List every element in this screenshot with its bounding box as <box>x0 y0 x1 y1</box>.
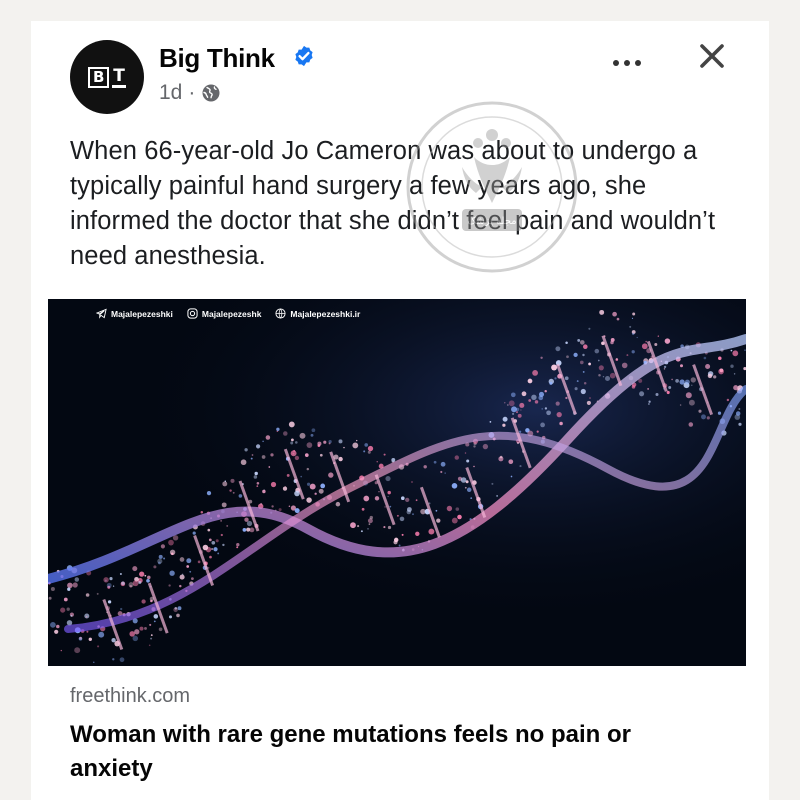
more-dot-icon <box>635 60 641 66</box>
post-card: B T Big Think 1d · When 66-year-old Jo C… <box>31 21 769 800</box>
more-dot-icon <box>613 60 619 66</box>
social-item-telegram: Majalepezeshki <box>96 308 173 319</box>
social-label: Majalepezeshki.ir <box>290 308 361 319</box>
verified-badge-icon <box>295 45 313 67</box>
page-name[interactable]: Big Think <box>159 43 275 74</box>
web-icon <box>275 308 286 319</box>
social-label: Majalepezeshki <box>111 308 173 319</box>
social-handles-bar: Majalepezeshki Majalepezeshk Majalepezes… <box>96 308 360 319</box>
logo-letter-b: B <box>88 66 110 88</box>
link-domain[interactable]: freethink.com <box>70 685 190 708</box>
more-options-button[interactable] <box>609 52 645 74</box>
instagram-icon <box>187 308 198 319</box>
telegram-icon <box>96 308 107 319</box>
post-time[interactable]: 1d <box>159 81 182 105</box>
page-avatar[interactable]: B T <box>70 40 144 114</box>
link-title[interactable]: Woman with rare gene mutations feels no … <box>70 718 710 786</box>
meta-separator: · <box>188 81 196 104</box>
logo-letter-t: T <box>112 65 126 88</box>
social-item-web: Majalepezeshki.ir <box>275 308 360 319</box>
social-item-instagram: Majalepezeshk <box>187 308 262 319</box>
close-icon[interactable] <box>695 39 729 73</box>
more-dot-icon <box>624 60 630 66</box>
post-meta: 1d · <box>159 81 221 105</box>
big-think-logo: B T <box>88 65 126 88</box>
globe-icon <box>202 84 220 102</box>
dna-helix-image <box>48 299 746 666</box>
post-text: When 66-year-old Jo Cameron was about to… <box>70 137 716 270</box>
social-label: Majalepezeshk <box>201 308 262 319</box>
post-image[interactable]: Majalepezeshki Majalepezeshk Majalepezes… <box>48 299 746 666</box>
